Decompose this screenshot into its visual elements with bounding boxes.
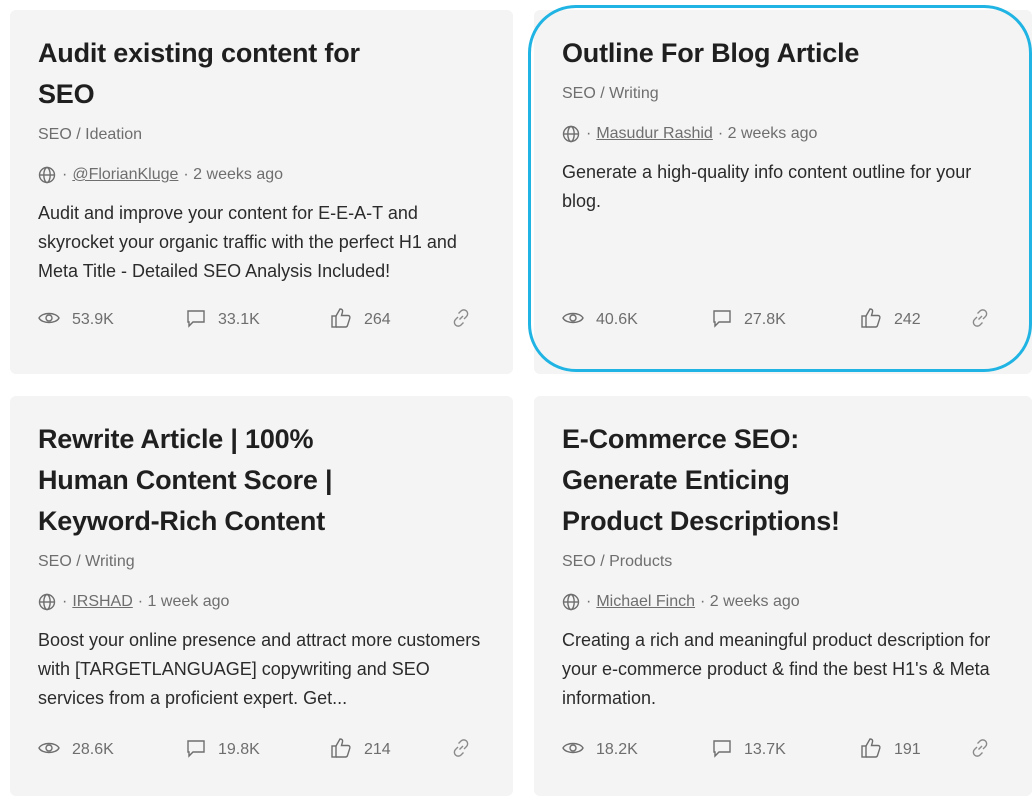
meta-separator: ·	[62, 166, 68, 183]
card-time: · 2 weeks ago	[700, 593, 800, 610]
card-description: Creating a rich and meaningful product d…	[562, 630, 991, 708]
globe-icon	[562, 593, 580, 611]
copy-link-button[interactable]	[970, 738, 1002, 763]
likes-button[interactable]: 264	[330, 307, 391, 334]
meta-separator: ·	[62, 593, 68, 610]
card-category: SEO / Writing	[38, 553, 135, 570]
views-stat: 53.9K	[38, 310, 114, 331]
comment-icon	[186, 308, 218, 333]
comments-stat: 13.7K	[712, 738, 786, 763]
comments-count: 19.8K	[218, 741, 260, 758]
comments-stat: 33.1K	[186, 308, 260, 333]
card-meta: · @FlorianKluge · 2 weeks ago	[38, 164, 485, 186]
author-link[interactable]: @FlorianKluge	[72, 164, 178, 186]
views-count: 18.2K	[596, 741, 638, 758]
meta-separator: ·	[586, 593, 592, 610]
comment-icon	[712, 308, 744, 333]
card-description: Audit and improve your content for E-E-A…	[38, 203, 457, 281]
globe-icon	[38, 593, 56, 611]
card-meta: · Masudur Rashid · 2 weeks ago	[562, 123, 1004, 145]
thumbs-up-icon	[860, 737, 894, 764]
copy-link-button[interactable]	[451, 308, 483, 333]
prompt-card[interactable]: Rewrite Article | 100% Human Content Sco…	[10, 396, 513, 796]
author-link[interactable]: IRSHAD	[72, 591, 132, 613]
comment-icon	[712, 738, 744, 763]
likes-button[interactable]: 191	[860, 737, 921, 764]
globe-icon	[38, 166, 56, 184]
meta-separator: ·	[586, 125, 592, 142]
views-stat: 28.6K	[38, 740, 114, 761]
eye-icon	[562, 310, 596, 331]
likes-button[interactable]: 242	[860, 307, 921, 334]
likes-count: 214	[364, 741, 391, 758]
thumbs-up-icon	[860, 307, 894, 334]
eye-icon	[38, 310, 72, 331]
comments-count: 33.1K	[218, 311, 260, 328]
card-description: Generate a high-quality info content out…	[562, 162, 972, 211]
prompt-card[interactable]: Outline For Blog Article SEO / Writing ·…	[534, 10, 1032, 374]
card-category: SEO / Products	[562, 553, 673, 570]
likes-count: 191	[894, 741, 921, 758]
eye-icon	[562, 740, 596, 761]
card-title[interactable]: Audit existing content for SEO	[38, 10, 398, 115]
link-icon	[451, 738, 483, 763]
likes-count: 242	[894, 311, 921, 328]
comment-icon	[186, 738, 218, 763]
prompt-card[interactable]: Audit existing content for SEO SEO / Ide…	[10, 10, 513, 374]
link-icon	[451, 308, 483, 333]
author-link[interactable]: Michael Finch	[596, 591, 695, 613]
comments-count: 27.8K	[744, 311, 786, 328]
eye-icon	[38, 740, 72, 761]
views-count: 28.6K	[72, 741, 114, 758]
card-meta: · IRSHAD · 1 week ago	[38, 591, 485, 613]
thumbs-up-icon	[330, 307, 364, 334]
card-time: · 2 weeks ago	[183, 166, 284, 183]
views-stat: 18.2K	[562, 740, 638, 761]
card-category: SEO / Writing	[562, 85, 659, 102]
comments-stat: 19.8K	[186, 738, 260, 763]
author-link[interactable]: Masudur Rashid	[596, 123, 713, 145]
comments-stat: 27.8K	[712, 308, 786, 333]
views-count: 40.6K	[596, 311, 638, 328]
card-description: Boost your online presence and attract m…	[38, 630, 481, 708]
card-title[interactable]: Outline For Blog Article	[562, 10, 1004, 74]
prompt-card[interactable]: E-Commerce SEO: Generate Enticing Produc…	[534, 396, 1032, 796]
prompt-card-grid: Audit existing content for SEO SEO / Ide…	[0, 0, 1032, 796]
card-time: · 2 weeks ago	[717, 125, 818, 142]
thumbs-up-icon	[330, 737, 364, 764]
link-icon	[970, 738, 1002, 763]
link-icon	[970, 308, 1002, 333]
globe-icon	[562, 125, 580, 143]
card-title[interactable]: Rewrite Article | 100% Human Content Sco…	[38, 396, 378, 542]
likes-count: 264	[364, 311, 391, 328]
card-meta: · Michael Finch · 2 weeks ago	[562, 591, 1004, 613]
likes-button[interactable]: 214	[330, 737, 391, 764]
card-title[interactable]: E-Commerce SEO: Generate Enticing Produc…	[562, 396, 882, 542]
views-stat: 40.6K	[562, 310, 638, 331]
copy-link-button[interactable]	[970, 308, 1002, 333]
card-time: · 1 week ago	[137, 593, 230, 610]
card-category: SEO / Ideation	[38, 126, 143, 143]
comments-count: 13.7K	[744, 741, 786, 758]
copy-link-button[interactable]	[451, 738, 483, 763]
views-count: 53.9K	[72, 311, 114, 328]
